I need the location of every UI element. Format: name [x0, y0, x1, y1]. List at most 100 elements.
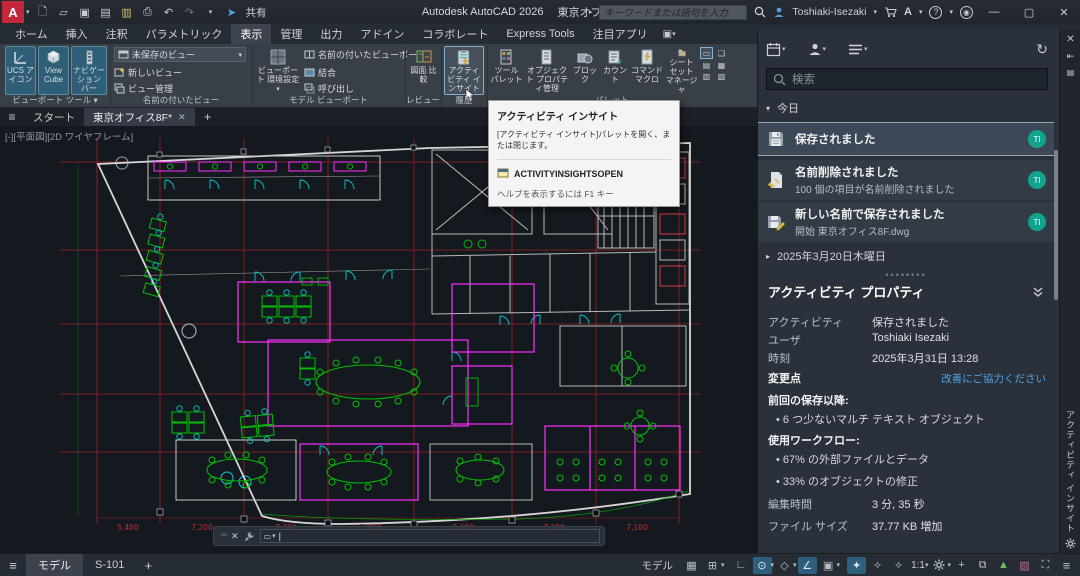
layout-menu-icon[interactable]: ≡ [0, 558, 26, 573]
group-date[interactable]: ▸ 2025年3月20日木曜日 [766, 248, 886, 264]
layer-palette-icon[interactable]: ❏ [715, 47, 728, 59]
tab-manage[interactable]: 管理 [271, 24, 311, 44]
annotation-visibility-button[interactable]: ✦ [847, 557, 866, 574]
tab-annotate[interactable]: 注釈 [97, 24, 137, 44]
activity-item-saved[interactable]: 保存されました TI [758, 122, 1054, 156]
viewport-controls[interactable]: [-][平面図][2D ワイヤフレーム] [5, 129, 133, 143]
object-snap-tracking-button[interactable]: ∠ [798, 557, 817, 574]
workspace-gear-button[interactable] [929, 557, 948, 574]
new-drawing-tab-icon[interactable]: + [195, 110, 221, 124]
tab-view[interactable]: 表示 [231, 24, 271, 44]
drawing-compare-button[interactable]: 図面 比較 [408, 46, 439, 95]
collapse-chevron-icon[interactable] [1032, 286, 1044, 298]
properties-palette-button[interactable]: オブジェクト プロパティ管理 [525, 46, 569, 95]
object-snap-button[interactable]: ▣ [819, 557, 838, 574]
undo-icon[interactable]: ↶ [162, 5, 176, 19]
palette-properties-icon[interactable]: ▤ [1067, 68, 1075, 77]
search-icon[interactable] [754, 6, 766, 18]
file-tab-document[interactable]: 東京オフィス8F* ✕ [84, 108, 195, 126]
ortho-mode-button[interactable]: ∟ [732, 557, 751, 574]
sheet-set-manager-button[interactable]: シート セット マネージャ [665, 46, 698, 95]
viewport-configuration-button[interactable]: ビューポート 環境設定 ▾ [256, 46, 300, 95]
user-filter-button[interactable]: ▾ [808, 42, 827, 56]
feedback-link[interactable]: 改善にご協力ください [941, 371, 1046, 386]
panel-label-history[interactable]: 履歴 [441, 94, 487, 107]
help-dropdown-icon[interactable]: ▾ [949, 8, 953, 16]
autodesk-apps-icon[interactable]: A [904, 6, 912, 18]
command-input[interactable]: ▭ ▾ | [260, 529, 600, 543]
command-macros-button[interactable]: コマンド マクロ [631, 46, 663, 95]
isometric-drafting-button[interactable]: ◇ [775, 557, 794, 574]
model-space-toggle[interactable]: モデル [642, 558, 674, 573]
splitter-handle[interactable]: •••••••• [758, 270, 1054, 280]
tab-home[interactable]: ホーム [6, 24, 57, 44]
tool-palettes-button[interactable]: ツール パレット [490, 46, 523, 95]
user-avatar-icon[interactable] [773, 6, 785, 18]
palette-close-icon[interactable]: ✕ [1066, 34, 1074, 45]
isolate-objects-button[interactable]: ⧉ [973, 557, 992, 574]
layout-tab[interactable]: S-101 [83, 554, 136, 576]
count-palette-button[interactable]: # カウント [601, 46, 629, 95]
search-expand-icon[interactable]: ▸ [589, 8, 593, 16]
tab-express-tools[interactable]: Express Tools [497, 24, 583, 44]
list-view-button[interactable]: ▾ [848, 43, 868, 56]
assistant-icon[interactable]: ◉ [960, 6, 973, 19]
activity-item-saved-as[interactable]: 新しい名前で保存されました 開始 東京オフィス8F.dwg TI [758, 202, 1054, 242]
isometric-dropdown-icon[interactable]: ▾ [793, 561, 797, 569]
navigation-bar-button[interactable]: ナビゲーション バー [71, 46, 107, 95]
new-view-button[interactable]: 新しいビュー [114, 65, 182, 80]
help-icon[interactable]: ? [929, 6, 942, 19]
grid-display-button[interactable]: ▦ [682, 557, 701, 574]
model-tab[interactable]: モデル [26, 554, 83, 576]
command-line-wrench-icon[interactable] [244, 531, 255, 542]
command-line-close-icon[interactable]: ✕ [231, 531, 239, 542]
file-tab-start[interactable]: スタート [24, 108, 84, 126]
qat-customize-icon[interactable]: ▾ [204, 5, 218, 19]
new-layout-icon[interactable]: + [136, 558, 160, 573]
command-line[interactable]: ⠿ ✕ ▭ ▾ | [213, 526, 605, 546]
share-label[interactable]: 共有 [246, 5, 267, 20]
print-icon[interactable]: ⎙ [141, 5, 155, 19]
polar-dropdown-icon[interactable]: ▾ [771, 561, 775, 569]
restore-button[interactable]: ▢ [1015, 0, 1043, 24]
palette-scrollbar[interactable] [1054, 150, 1058, 300]
workspace-dropdown-icon[interactable]: ▾ [947, 561, 951, 569]
calculator-palette-icon[interactable]: ▦ [715, 61, 728, 70]
palette-settings-gear-icon[interactable] [1065, 538, 1076, 549]
ucs-icon-button[interactable]: UCS アイコン [5, 46, 36, 95]
palette-search-input[interactable]: 検索 [766, 68, 1048, 90]
redo-icon[interactable]: ↷ [183, 5, 197, 19]
panel-label-viewport-tools[interactable]: ビューポート ツール ▾ [0, 94, 110, 107]
file-tab-close-icon[interactable]: ✕ [178, 112, 186, 123]
app-logo-icon[interactable]: A [2, 1, 24, 23]
status-menu-icon[interactable]: ≡ [1057, 557, 1076, 574]
ribbon-options-icon[interactable]: ▣▾ [663, 29, 676, 40]
clean-screen-button[interactable]: ⛶ [1036, 557, 1055, 574]
panel-label-review[interactable]: レビュー [405, 94, 441, 107]
graphics-performance-button[interactable]: ▲ [994, 557, 1013, 574]
activity-properties-header[interactable]: アクティビティ プロパティ [758, 282, 1054, 301]
help-search-input[interactable]: キーワードまたは語句を入力 [599, 5, 747, 20]
view-cube-button[interactable]: View Cube [38, 46, 69, 95]
plot-icon[interactable]: ▥ [120, 5, 134, 19]
trusted-location-button[interactable]: ▨ [1015, 557, 1034, 574]
panel-label-model-viewports[interactable]: モデル ビューポート [252, 94, 405, 107]
open-file-icon[interactable]: ▱ [57, 5, 71, 19]
logo-dropdown-icon[interactable]: ▾ [26, 8, 30, 16]
tab-insert[interactable]: 挿入 [57, 24, 97, 44]
annotation-autoscale-button[interactable]: ✧ [868, 557, 887, 574]
command-line-palette-icon[interactable]: ▭ [700, 47, 713, 59]
polar-tracking-button[interactable]: ⊙ [753, 557, 772, 574]
user-dropdown-icon[interactable]: ▾ [874, 8, 878, 16]
new-file-icon[interactable]: 🗋 [36, 5, 50, 19]
apps-dropdown-icon[interactable]: ▾ [919, 8, 923, 16]
annotation-scale-button[interactable]: 1:1 [911, 560, 925, 571]
file-tab-menu-icon[interactable]: ≡ [0, 110, 24, 124]
close-button[interactable]: ✕ [1050, 0, 1078, 24]
annotation-scale-sync-button[interactable]: ✧ [889, 557, 908, 574]
snap-mode-button[interactable]: ⊞ [703, 557, 722, 574]
snap-dropdown-icon[interactable]: ▾ [721, 561, 725, 569]
markup-palette-icon[interactable]: ▤ [700, 61, 713, 70]
share-plane-icon[interactable]: ➤ [225, 5, 239, 19]
save-as-icon[interactable]: ▤ [99, 5, 113, 19]
